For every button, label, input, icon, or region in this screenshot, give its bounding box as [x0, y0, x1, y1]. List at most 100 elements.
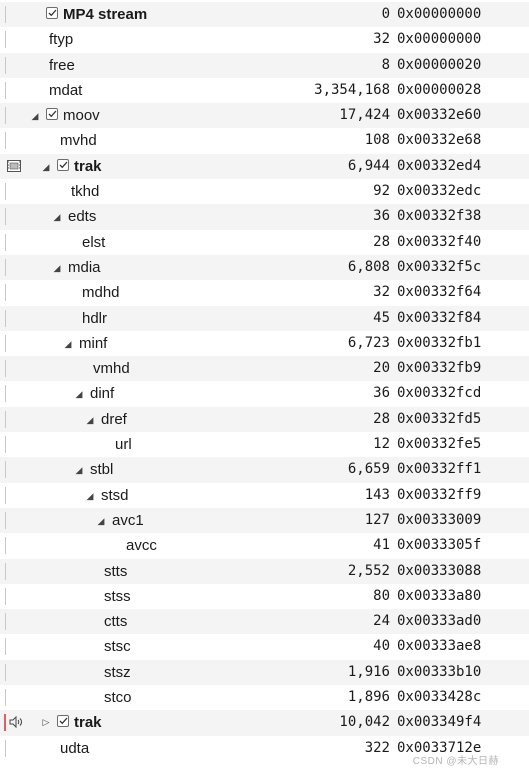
box-offset: 0x00332fd5: [397, 410, 482, 427]
box-name: stsd: [101, 486, 129, 504]
tree-row-moov[interactable]: ◢ moov 17,424 0x00332e60: [0, 103, 529, 129]
tree-row-mp4-stream[interactable]: MP4 stream 0 0x00000000: [0, 2, 529, 28]
box-offset: 0x00332f38: [397, 208, 482, 225]
box-name: MP4 stream: [63, 6, 148, 23]
tree-row-stts[interactable]: stts 2,552 0x00333088: [0, 558, 529, 584]
box-size: 10,042: [339, 714, 390, 731]
row-marker: [5, 436, 6, 454]
tree-row-hdlr[interactable]: hdlr 45 0x00332f84: [0, 305, 529, 331]
box-offset: 0x00332f5c: [397, 258, 482, 275]
expand-triangle-icon[interactable]: ◢: [30, 104, 40, 129]
tree-row-tkhd[interactable]: tkhd 92 0x00332edc: [0, 179, 529, 204]
tree-row-stco[interactable]: stco 1,896 0x0033428c: [0, 685, 529, 710]
row-marker: [5, 360, 6, 378]
row-marker: [5, 562, 6, 580]
speaker-icon: [9, 716, 23, 729]
box-name: minf: [79, 334, 108, 352]
tree-row-url[interactable]: url 12 0x00332fe5: [0, 432, 529, 457]
box-size: 8: [381, 56, 390, 73]
box-name: url: [115, 436, 132, 454]
tree-row-avcc[interactable]: avcc 41 0x0033305f: [0, 533, 529, 558]
tree-row-mdhd[interactable]: mdhd 32 0x00332f64: [0, 280, 529, 305]
row-marker: [5, 739, 6, 757]
box-size: 24: [373, 613, 390, 630]
tree-row-dref[interactable]: ◢ dref 28 0x00332fd5: [0, 406, 529, 433]
tree-row-stss[interactable]: stss 80 0x00333a80: [0, 584, 529, 609]
box-offset: 0x00332fe5: [397, 436, 482, 453]
row-marker: [5, 537, 6, 555]
checkbox[interactable]: [57, 158, 69, 171]
box-name: mdhd: [82, 284, 120, 302]
row-marker: [5, 56, 6, 74]
box-name: mvhd: [60, 132, 97, 150]
tree-row-edts[interactable]: ◢ edts 36 0x00332f38: [0, 204, 529, 230]
box-size: 28: [373, 410, 390, 427]
tree-row-stbl[interactable]: ◢ stbl 6,659 0x00332ff1: [0, 457, 529, 483]
row-marker: [5, 385, 6, 403]
row-marker: [5, 6, 6, 23]
box-name: elst: [82, 233, 106, 251]
tree-row-trak[interactable]: ▷ trak 10,042 0x003349f4: [0, 710, 529, 736]
box-size: 45: [373, 309, 390, 326]
expand-triangle-icon[interactable]: ◢: [96, 509, 106, 534]
box-name: stts: [104, 562, 128, 580]
expand-triangle-icon[interactable]: ◢: [52, 256, 62, 281]
box-size: 127: [364, 511, 390, 528]
tree-row-free[interactable]: free 8 0x00000020: [0, 52, 529, 78]
row-marker: [5, 258, 6, 276]
box-name: ctts: [104, 613, 128, 631]
row-marker: [5, 107, 6, 125]
collapse-triangle-icon[interactable]: ▷: [41, 710, 51, 735]
box-offset: 0x0033305f: [397, 537, 482, 554]
box-name: avcc: [126, 537, 157, 555]
row-marker: [5, 511, 6, 529]
box-name: dinf: [90, 385, 115, 403]
checkbox[interactable]: [57, 715, 69, 728]
tree-row-stsz[interactable]: stsz 1,916 0x00333b10: [0, 659, 529, 686]
box-name: dref: [101, 410, 127, 428]
box-offset: 0x00333ae8: [397, 638, 482, 655]
tree-row-ctts[interactable]: ctts 24 0x00333ad0: [0, 609, 529, 635]
tree-row-dinf[interactable]: ◢ dinf 36 0x00332fcd: [0, 381, 529, 406]
row-marker: [5, 334, 6, 352]
row-marker: [5, 663, 6, 681]
box-offset: 0x00333a80: [397, 587, 482, 604]
box-offset: 0x00333009: [397, 511, 482, 528]
tree-row-mdat[interactable]: mdat 3,354,168 0x00000028: [0, 78, 529, 103]
tree-row-trak[interactable]: ◢ trak 6,944 0x00332ed4: [0, 153, 529, 180]
expand-triangle-icon[interactable]: ◢: [85, 408, 95, 433]
video-track-icon: [7, 159, 21, 172]
tree-row-stsd[interactable]: ◢ stsd 143 0x00332ff9: [0, 483, 529, 508]
row-marker: [5, 461, 6, 479]
tree-row-mvhd[interactable]: mvhd 108 0x00332e68: [0, 128, 529, 153]
checkbox[interactable]: [46, 7, 58, 19]
box-size: 0: [381, 6, 390, 22]
row-marker: [4, 714, 6, 732]
tree-row-ftyp[interactable]: ftyp 32 0x00000000: [0, 27, 529, 52]
expand-triangle-icon[interactable]: ◢: [52, 205, 62, 230]
box-name: stco: [104, 689, 132, 707]
box-name: trak: [74, 714, 102, 732]
box-name: stbl: [90, 461, 114, 479]
tree-row-minf[interactable]: ◢ minf 6,723 0x00332fb1: [0, 331, 529, 356]
box-name: trak: [74, 157, 102, 175]
expand-triangle-icon[interactable]: ◢: [41, 155, 51, 180]
box-size: 36: [373, 385, 390, 402]
checkbox[interactable]: [46, 108, 58, 121]
box-size: 12: [373, 436, 390, 453]
expand-triangle-icon[interactable]: ◢: [74, 382, 84, 407]
box-name: vmhd: [93, 360, 130, 378]
row-marker: [5, 587, 6, 605]
expand-triangle-icon[interactable]: ◢: [85, 484, 95, 509]
tree-row-mdia[interactable]: ◢ mdia 6,808 0x00332f5c: [0, 254, 529, 281]
expand-triangle-icon[interactable]: ◢: [63, 332, 73, 357]
box-name: free: [49, 56, 75, 74]
box-size: 28: [373, 233, 390, 250]
box-offset: 0x0033428c: [397, 689, 482, 706]
row-marker: [5, 233, 6, 251]
tree-row-avc1[interactable]: ◢ avc1 127 0x00333009: [0, 507, 529, 534]
tree-row-stsc[interactable]: stsc 40 0x00333ae8: [0, 634, 529, 659]
tree-row-vmhd[interactable]: vmhd 20 0x00332fb9: [0, 356, 529, 382]
tree-row-elst[interactable]: elst 28 0x00332f40: [0, 230, 529, 255]
expand-triangle-icon[interactable]: ◢: [74, 458, 84, 483]
